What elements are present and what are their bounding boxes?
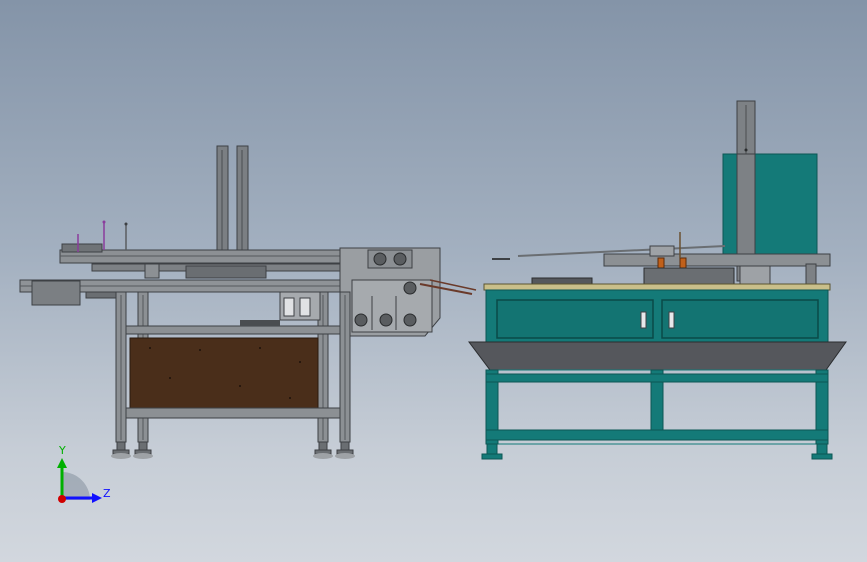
cabinet-foot-left [486,443,498,455]
drawer-right-handle [668,311,675,329]
leveling-feet [112,441,354,455]
drawer-right [661,299,819,339]
coordinate-triad: Y Z [57,444,111,503]
triad-arc [62,472,90,500]
drawer-left-handle [640,311,647,329]
lower-crossbeam [125,407,341,419]
y-axis-label: Y [58,444,66,457]
table-top [483,283,831,291]
drawer-left [496,299,654,339]
z-axis-label: Z [103,487,111,500]
collection-tray [468,341,847,371]
cabinet-foot-right [816,443,828,455]
triad-origin [58,495,66,503]
side-view-machine [19,145,477,459]
middle-crossbeam [125,325,341,335]
cad-scene: Y Z [19,100,847,503]
front-view-machine [468,100,847,460]
